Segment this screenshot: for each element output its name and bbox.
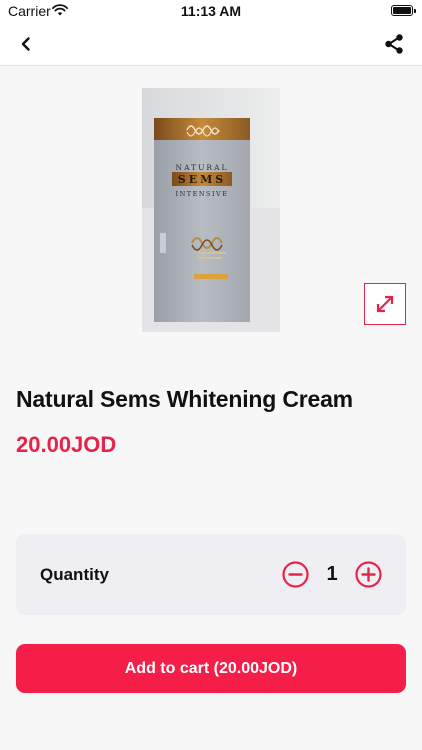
- product-detail-screen: Carrier 11:13 AM NATURAL SEMS INTENSIVE …: [0, 0, 422, 750]
- status-time: 11:13 AM: [180, 3, 242, 19]
- add-to-cart-button[interactable]: Add to cart (20.00JOD): [16, 644, 406, 693]
- quantity-label: Quantity: [40, 565, 109, 584]
- product-photo: NATURAL SEMS INTENSIVE: [142, 88, 280, 332]
- navigation-bar: [0, 22, 422, 66]
- chevron-left-icon: [21, 37, 30, 51]
- quantity-value: 1: [326, 563, 338, 585]
- product-price: 20.00JOD: [16, 432, 117, 457]
- box-text-intensive: INTENSIVE: [176, 190, 229, 198]
- battery-icon: [391, 5, 416, 16]
- back-button[interactable]: [10, 28, 42, 60]
- expand-image-button[interactable]: [364, 283, 406, 325]
- product-title: Natural Sems Whitening Cream: [16, 386, 353, 412]
- box-text-natural: NATURAL: [176, 163, 229, 172]
- expand-arrows-icon: [376, 295, 394, 313]
- share-icon: [385, 34, 403, 54]
- minus-circle-icon[interactable]: [282, 561, 309, 588]
- plus-circle-icon[interactable]: [355, 561, 382, 588]
- quantity-card: Quantity 1: [16, 534, 406, 615]
- status-bar: Carrier 11:13 AM: [0, 0, 422, 22]
- box-text-sems: SEMS: [178, 173, 226, 186]
- product-image[interactable]: NATURAL SEMS INTENSIVE: [142, 88, 280, 332]
- share-button[interactable]: [378, 28, 410, 60]
